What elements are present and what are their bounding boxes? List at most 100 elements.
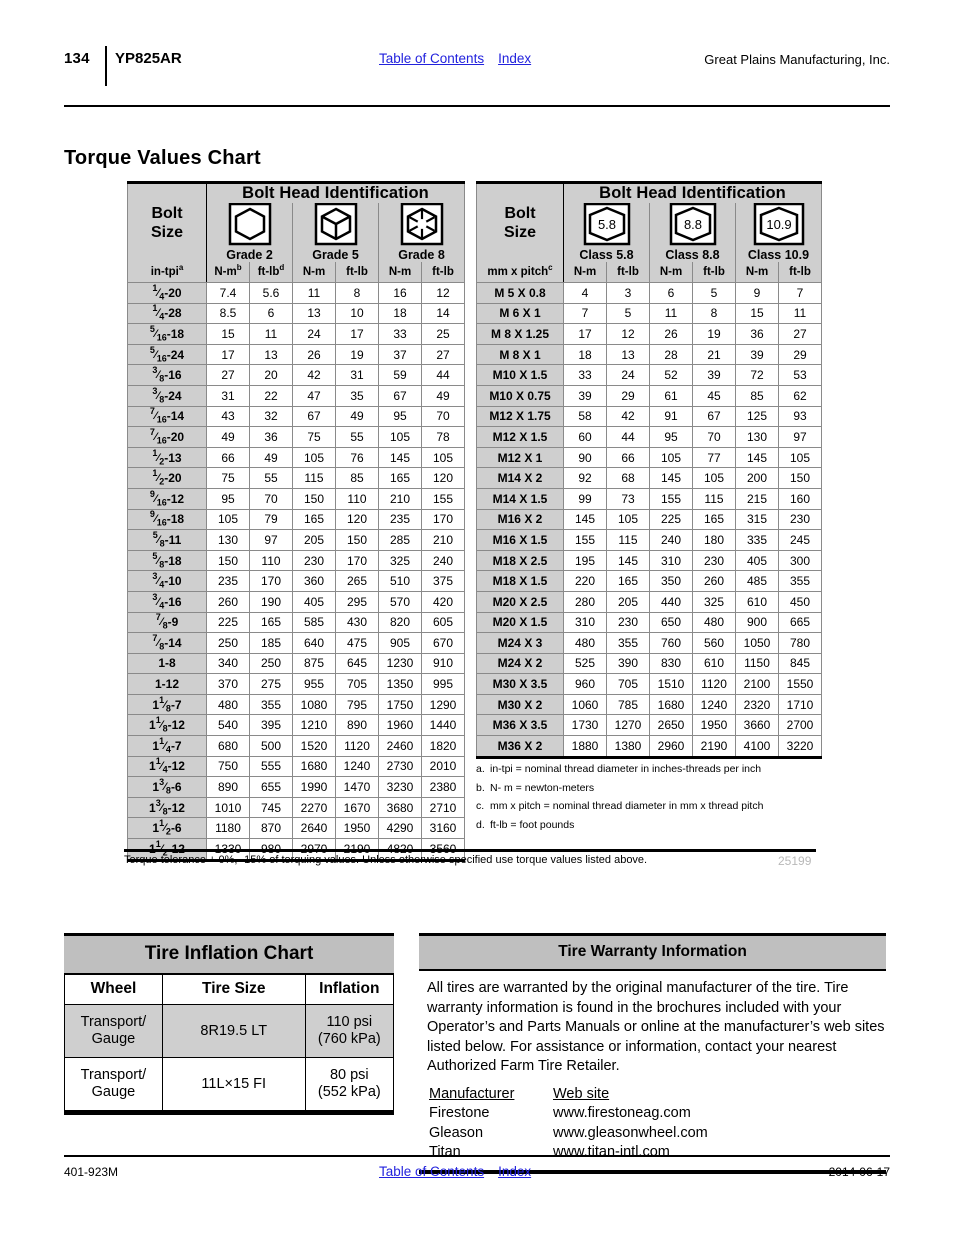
table-row: 5⁄16-18 15 11 24 17 33 25 xyxy=(127,323,465,345)
torque-value-cell: 780 xyxy=(778,632,822,654)
header-link-index[interactable]: Index xyxy=(498,51,531,66)
table-row: M18 X 1.5 220 165 350 260 485 355 xyxy=(476,570,822,592)
hex-6line-icon xyxy=(400,203,443,246)
hex-class-icon: 5.8 xyxy=(583,203,630,246)
tire-inflation-value: 80 psi (552 kPa) xyxy=(304,1057,395,1111)
tire-inflation-bottom-rule xyxy=(64,1111,394,1115)
imperial-group-header: Bolt Head Identification xyxy=(206,181,465,203)
torque-value-cell: 26 xyxy=(649,323,693,345)
torque-value-cell: 70 xyxy=(249,487,293,510)
imperial-unit-header: ft-lb xyxy=(421,262,465,283)
torque-value-cell: 26 xyxy=(292,343,336,366)
torque-value-cell: 70 xyxy=(692,426,736,448)
torque-value-cell: 24 xyxy=(606,364,650,386)
torque-value-cell: 36 xyxy=(249,426,293,448)
torque-value-cell: 10 xyxy=(335,302,379,325)
tolerance-rule xyxy=(124,849,816,852)
footer-link-table-of-contents[interactable]: Table of Contents xyxy=(379,1164,484,1179)
torque-value-cell: 99 xyxy=(563,487,607,510)
bolt-size-cell: 5⁄16-18 xyxy=(127,323,207,345)
table-row: M16 X 1.5 155 115 240 180 335 245 xyxy=(476,529,822,551)
table-row: M 6 X 1 7 5 11 8 15 11 xyxy=(476,302,822,325)
torque-value-cell: 820 xyxy=(378,611,422,634)
torque-value-cell: 525 xyxy=(563,652,607,675)
torque-value-cell: 18 xyxy=(378,302,422,325)
torque-value-cell: 9 xyxy=(735,282,779,304)
bolt-size-cell: M18 X 2.5 xyxy=(476,549,564,572)
torque-value-cell: 360 xyxy=(292,570,336,592)
bolt-size-cell: M24 X 2 xyxy=(476,652,564,675)
bolt-size-cell: M 8 X 1 xyxy=(476,343,564,366)
table-row: 5⁄8-18 150 110 230 170 325 240 xyxy=(127,549,465,572)
metric-class-10-9-cell: 10.9 Class 10.9 xyxy=(735,203,822,262)
torque-value-cell: 2650 xyxy=(649,714,693,737)
torque-value-cell: 995 xyxy=(421,673,465,695)
torque-value-cell: 7.4 xyxy=(206,282,250,304)
torque-value-cell: 310 xyxy=(649,549,693,572)
imperial-grade-2-cell: Grade 2 xyxy=(206,203,293,262)
torque-value-cell: 3220 xyxy=(778,735,822,759)
table-row: Transport/Gauge 11L×15 FI 80 psi (552 kPa… xyxy=(64,1057,395,1111)
bolt-size-cell: 7⁄16-14 xyxy=(127,405,207,428)
torque-value-cell: 39 xyxy=(692,364,736,386)
torque-value-cell: 61 xyxy=(649,384,693,407)
torque-value-cell: 95 xyxy=(649,426,693,448)
imperial-unit-header: ft-lbd xyxy=(249,262,293,283)
torque-value-cell: 250 xyxy=(249,652,293,675)
bolt-size-cell: M10 X 0.75 xyxy=(476,384,564,407)
torque-value-cell: 49 xyxy=(249,446,293,469)
table-row: M30 X 2 1060 785 1680 1240 2320 1710 xyxy=(476,693,822,716)
torque-value-cell: 47 xyxy=(292,384,336,407)
torque-value-cell: 11 xyxy=(649,302,693,325)
footer-rule xyxy=(64,1155,890,1157)
torque-value-cell: 420 xyxy=(421,590,465,613)
hex-3line-icon xyxy=(314,203,357,246)
bolt-size-cell: 11⁄8-12 xyxy=(127,714,207,737)
header-link-table-of-contents[interactable]: Table of Contents xyxy=(379,51,484,66)
torque-value-cell: 105 xyxy=(778,446,822,469)
table-row: M10 X 1.5 33 24 52 39 72 53 xyxy=(476,364,822,386)
header-page-number: 134 xyxy=(64,50,90,67)
torque-value-cell: 8 xyxy=(692,302,736,325)
footer-link-index[interactable]: Index xyxy=(498,1164,531,1179)
torque-value-cell: 655 xyxy=(249,776,293,798)
torque-value-cell: 1510 xyxy=(649,673,693,695)
torque-value-cell: 79 xyxy=(249,508,293,531)
torque-value-cell: 49 xyxy=(335,405,379,428)
torque-value-cell: 2320 xyxy=(735,693,779,716)
torque-value-cell: 75 xyxy=(206,467,250,489)
footnote-item: b. N- m = newton-meters xyxy=(476,781,595,794)
torque-value-cell: 110 xyxy=(249,549,293,572)
torque-value-cell: 240 xyxy=(421,549,465,572)
torque-value-cell: 4 xyxy=(563,282,607,304)
torque-value-cell: 745 xyxy=(249,796,293,819)
manufacturer-name: Firestone xyxy=(429,1105,490,1122)
torque-value-cell: 680 xyxy=(206,735,250,757)
table-row: M36 X 2 1880 1380 2960 2190 4100 3220 xyxy=(476,735,822,759)
bolt-size-cell: M20 X 1.5 xyxy=(476,611,564,634)
metric-unit-header: ft-lb xyxy=(606,262,650,283)
torque-value-cell: 540 xyxy=(206,714,250,737)
torque-value-cell: 195 xyxy=(563,549,607,572)
table-row: M12 X 1 90 66 105 77 145 105 xyxy=(476,446,822,469)
torque-value-cell: 645 xyxy=(335,652,379,675)
torque-value-cell: 15 xyxy=(206,323,250,345)
bolt-size-cell: 3⁄8-16 xyxy=(127,364,207,386)
torque-value-cell: 1120 xyxy=(335,735,379,757)
table-row: M10 X 0.75 39 29 61 45 85 62 xyxy=(476,384,822,407)
metric-bolt-size-header: Bolt Size xyxy=(476,181,564,262)
torque-value-cell: 8 xyxy=(335,282,379,304)
torque-value-cell: 90 xyxy=(563,446,607,469)
metric-table-body: M 5 X 0.8 4 3 6 5 9 7 M 6 X 1 7 5 11 8 15 11 M 8 X 1.2… xyxy=(476,282,822,759)
torque-value-cell: 45 xyxy=(692,384,736,407)
torque-value-cell: 68 xyxy=(606,467,650,489)
torque-value-cell: 1680 xyxy=(292,755,336,778)
bolt-size-cell: M 5 X 0.8 xyxy=(476,282,564,304)
torque-value-cell: 205 xyxy=(606,590,650,613)
torque-value-cell: 15 xyxy=(735,302,779,325)
header-company-name: Great Plains Manufacturing, Inc. xyxy=(704,52,890,67)
imperial-size-unit-header: in-tpia xyxy=(127,262,207,283)
torque-value-cell: 49 xyxy=(421,384,465,407)
torque-value-cell: 39 xyxy=(563,384,607,407)
page-footer: 401-923M Table of Contents Index 2014-06-… xyxy=(64,1163,890,1187)
